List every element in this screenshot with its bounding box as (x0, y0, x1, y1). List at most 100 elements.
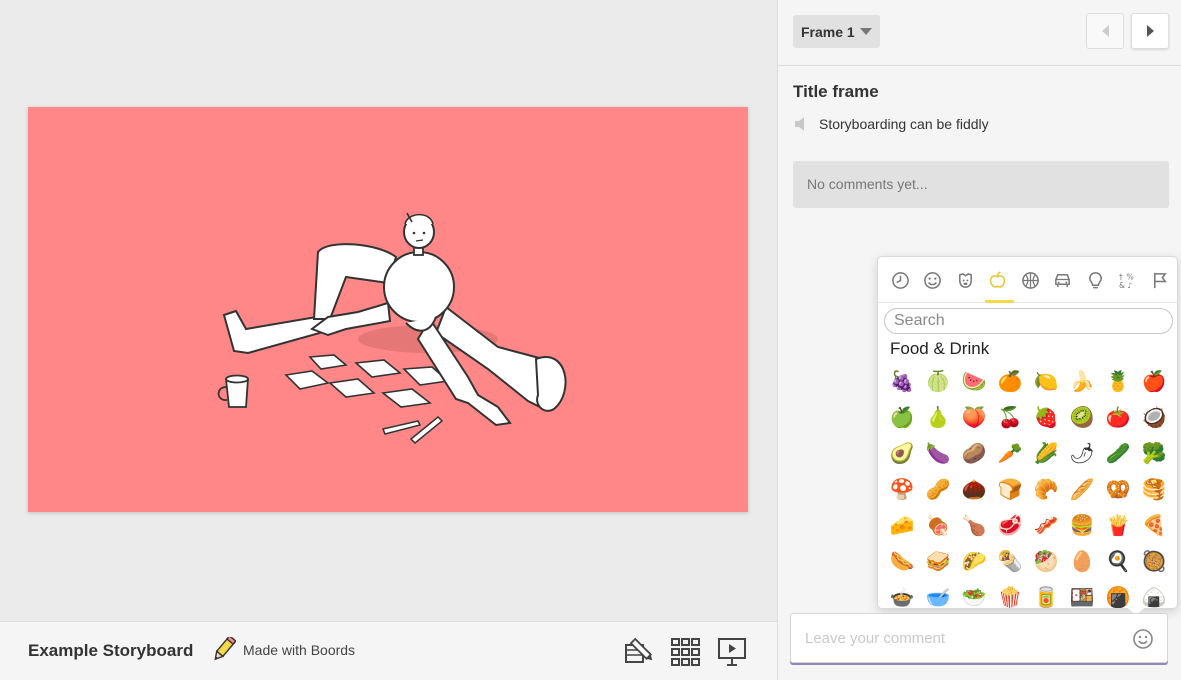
emoji-item[interactable]: 🍔 (1064, 507, 1100, 543)
emoji-item[interactable]: 🍈 (920, 363, 956, 399)
comments-empty-state: No comments yet... (793, 161, 1169, 208)
emoji-tab-activity[interactable] (1014, 257, 1047, 303)
edit-frames-icon (625, 637, 653, 663)
emoji-item[interactable]: 🌶 (1064, 435, 1100, 471)
edit-frames-button[interactable] (622, 636, 654, 668)
emoji-item[interactable]: 🌽 (1028, 435, 1064, 471)
emoji-item[interactable]: 🍟 (1100, 507, 1136, 543)
emoji-item[interactable]: 🍞 (992, 471, 1028, 507)
emoji-item[interactable]: 🍊 (992, 363, 1028, 399)
emoji-item[interactable]: 🥩 (992, 507, 1028, 543)
emoji-search-input[interactable] (884, 308, 1173, 334)
emoji-item[interactable]: 🍌 (1064, 363, 1100, 399)
frame-note: Storyboarding can be fiddly (793, 116, 989, 132)
speaker-icon (795, 117, 804, 131)
flags-icon (1153, 272, 1167, 288)
emoji-item[interactable]: 🌯 (992, 543, 1028, 579)
objects-icon (1088, 271, 1102, 288)
pencil-logo-icon (214, 637, 236, 661)
emoji-item[interactable]: 🥨 (1100, 471, 1136, 507)
emoji-item[interactable]: 🍏 (884, 399, 920, 435)
svg-text:♪: ♪ (1128, 281, 1133, 290)
emoji-item[interactable]: 🥙 (1028, 543, 1064, 579)
comment-bar (790, 613, 1168, 663)
emoji-item[interactable]: 🍋 (1028, 363, 1064, 399)
emoji-item[interactable]: 🍕 (1136, 507, 1172, 543)
emoji-item[interactable]: 🍓 (1028, 399, 1064, 435)
project-title: Example Storyboard (28, 641, 194, 660)
made-with-label: Made with Boords (243, 642, 356, 658)
emoji-item[interactable]: 🥪 (920, 543, 956, 579)
smileys-icon (924, 271, 942, 289)
emoji-item[interactable]: 🥖 (1064, 471, 1100, 507)
emoji-item[interactable]: 🍉 (956, 363, 992, 399)
emoji-tab-animals[interactable] (949, 257, 982, 303)
emoji-item[interactable]: 🍳 (1100, 543, 1136, 579)
emoji-item[interactable]: 🍖 (920, 507, 956, 543)
emoji-item[interactable]: 🥫 (1028, 579, 1064, 608)
emoji-item[interactable]: 🥓 (1028, 507, 1064, 543)
emoji-item[interactable]: 🌰 (956, 471, 992, 507)
emoji-picker: †%&♪ Food & Drink 🍇🍈🍉🍊🍋🍌🍍🍎 🍏🍐🍑🍒🍓🥝🍅🥥 🥑🍆🥔🥕🌽🌶… (877, 256, 1178, 609)
arrow-left-icon (1101, 25, 1109, 37)
emoji-item[interactable]: 🥦 (1136, 435, 1172, 471)
emoji-item[interactable]: 🍱 (1064, 579, 1100, 608)
storyboard-stage (0, 0, 777, 621)
emoji-item[interactable]: 🍗 (956, 507, 992, 543)
arrow-right-icon (1146, 25, 1154, 37)
emoji-item[interactable]: 🍅 (1100, 399, 1136, 435)
emoji-item[interactable]: 🍒 (992, 399, 1028, 435)
emoji-item[interactable]: 🥕 (992, 435, 1028, 471)
emoji-tab-recent[interactable] (884, 257, 917, 303)
emoji-tab-objects[interactable] (1079, 257, 1112, 303)
emoji-item[interactable]: 🌮 (956, 543, 992, 579)
emoji-item[interactable]: 🍙 (1136, 579, 1172, 608)
emoji-item[interactable]: 🧀 (884, 507, 920, 543)
emoji-item[interactable]: 🌭 (884, 543, 920, 579)
emoji-item[interactable]: 🥘 (1136, 543, 1172, 579)
emoji-category-tabs: †% & ♪ (878, 257, 1177, 303)
emoji-item[interactable]: 🍿 (992, 579, 1028, 608)
emoji-item[interactable]: 🥒 (1100, 435, 1136, 471)
emoji-item[interactable]: 🥔 (956, 435, 992, 471)
svg-text:&: & (1119, 281, 1125, 290)
emoji-item[interactable]: 🍎 (1136, 363, 1172, 399)
emoji-item[interactable]: 🍇 (884, 363, 920, 399)
emoji-tab-travel[interactable] (1047, 257, 1080, 303)
emoji-item[interactable]: 🥑 (884, 435, 920, 471)
emoji-item[interactable]: 🍍 (1100, 363, 1136, 399)
emoji-item[interactable]: 🍆 (920, 435, 956, 471)
frame-select-dropdown[interactable]: Frame 1 (793, 15, 880, 48)
emoji-item[interactable]: 🍲 (884, 579, 920, 608)
emoji-tab-food[interactable] (982, 257, 1015, 303)
sidebar-header: Frame 1 (778, 0, 1181, 66)
comment-input[interactable] (791, 614, 1121, 662)
emoji-item[interactable]: 🥚 (1064, 543, 1100, 579)
emoji-item[interactable]: 🥞 (1136, 471, 1172, 507)
presentation-icon (718, 638, 746, 666)
emoji-tab-symbols[interactable]: †% & ♪ (1112, 257, 1145, 303)
grid-view-icon (671, 638, 700, 666)
emoji-item[interactable]: 🍄 (884, 471, 920, 507)
emoji-item[interactable]: 🍐 (920, 399, 956, 435)
emoji-item[interactable]: 🥜 (920, 471, 956, 507)
emoji-toggle-icon[interactable] (1132, 628, 1154, 650)
symbols-icon: † %& ♪ (1119, 272, 1134, 290)
emoji-item[interactable]: 🥥 (1136, 399, 1172, 435)
emoji-tab-smileys[interactable] (917, 257, 950, 303)
emoji-item[interactable]: 🍑 (956, 399, 992, 435)
frame-note-text: Storyboarding can be fiddly (819, 116, 989, 132)
emoji-tab-flags[interactable] (1144, 257, 1177, 303)
frame-image[interactable] (28, 107, 748, 512)
travel-icon (1055, 273, 1071, 287)
previous-frame-button[interactable] (1086, 13, 1124, 49)
emoji-item[interactable]: 🥗 (956, 579, 992, 608)
grid-view-button[interactable] (670, 636, 702, 668)
emoji-item[interactable]: 🥣 (920, 579, 956, 608)
chevron-down-icon (860, 28, 872, 35)
emoji-item[interactable]: 🥝 (1064, 399, 1100, 435)
presentation-button[interactable] (716, 636, 748, 668)
made-with-boords-link[interactable]: Made with Boords (210, 637, 355, 663)
next-frame-button[interactable] (1131, 13, 1169, 49)
emoji-item[interactable]: 🥐 (1028, 471, 1064, 507)
